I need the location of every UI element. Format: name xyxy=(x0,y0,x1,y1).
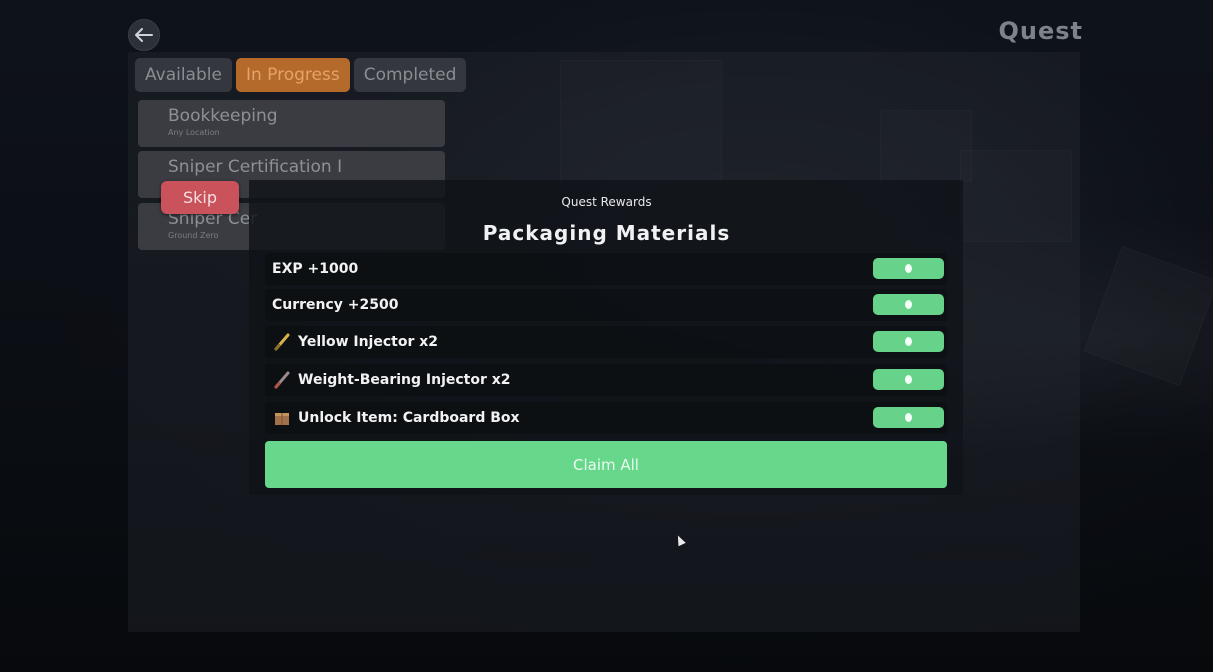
yellow-injector-icon xyxy=(272,332,292,352)
reward-toggle[interactable] xyxy=(873,294,944,315)
reward-row: Currency +2500 xyxy=(265,289,947,321)
modal-subtitle: Quest Rewards xyxy=(561,195,652,209)
tab-available[interactable]: Available xyxy=(135,58,232,92)
reward-label: EXP +1000 xyxy=(272,261,359,277)
arrow-left-icon xyxy=(135,23,153,47)
toggle-knob xyxy=(905,300,912,309)
reward-row: Unlock Item: Cardboard Box xyxy=(265,402,947,434)
toggle-knob xyxy=(905,375,912,384)
reward-toggle[interactable] xyxy=(873,258,944,279)
quest-item[interactable]: Bookkeeping Any Location xyxy=(138,100,445,147)
reward-toggle[interactable] xyxy=(873,369,944,390)
cardboard-box-icon xyxy=(272,408,292,428)
reward-toggle[interactable] xyxy=(873,407,944,428)
quest-tabs: Available In Progress Completed xyxy=(135,58,467,92)
page-title: Quest xyxy=(998,17,1083,45)
reward-label: Unlock Item: Cardboard Box xyxy=(298,410,520,426)
weight-bearing-injector-icon xyxy=(272,370,292,390)
quest-name: Bookkeeping xyxy=(168,106,278,126)
reward-toggle[interactable] xyxy=(873,331,944,352)
reward-row: Yellow Injector x2 xyxy=(265,326,947,358)
toggle-knob xyxy=(905,264,912,273)
reward-label: Yellow Injector x2 xyxy=(298,334,438,350)
back-button[interactable] xyxy=(128,19,160,51)
reward-row: Weight-Bearing Injector x2 xyxy=(265,364,947,396)
modal-title: Packaging Materials xyxy=(482,221,731,245)
tab-completed[interactable]: Completed xyxy=(353,58,467,92)
reward-label: Currency +2500 xyxy=(272,297,399,313)
tab-in-progress[interactable]: In Progress xyxy=(235,58,350,92)
quest-name: Sniper Certification I xyxy=(168,157,343,177)
toggle-knob xyxy=(905,337,912,346)
reward-row: EXP +1000 xyxy=(265,253,947,285)
quest-location: Any Location xyxy=(168,128,220,137)
reward-label: Weight-Bearing Injector x2 xyxy=(298,372,511,388)
claim-all-button[interactable]: Claim All xyxy=(265,441,947,488)
toggle-knob xyxy=(905,413,912,422)
